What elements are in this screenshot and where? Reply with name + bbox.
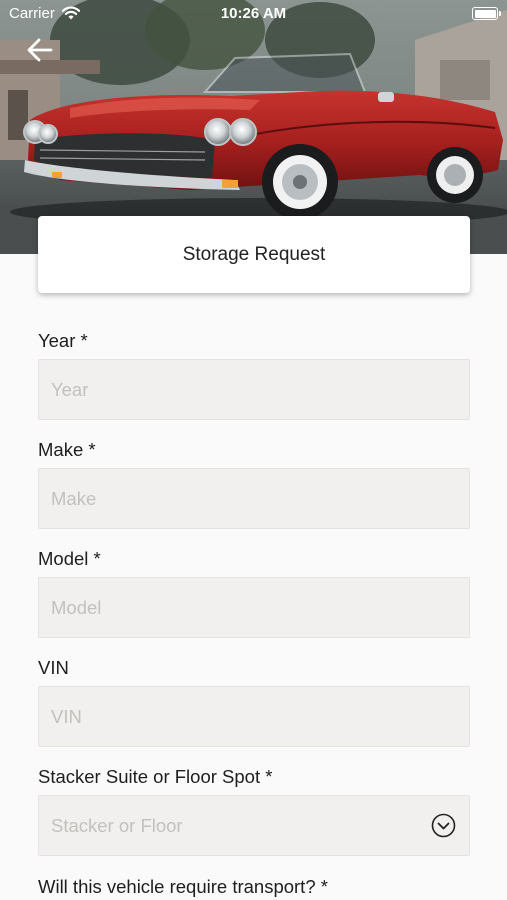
status-bar: Carrier 10:26 AM: [0, 0, 507, 28]
arrow-left-icon: [27, 38, 53, 62]
spot-select-placeholder: Stacker or Floor: [51, 814, 183, 836]
page-title-card: Storage Request: [38, 216, 470, 293]
year-label: Year *: [38, 330, 88, 351]
make-label: Make *: [38, 439, 96, 460]
vin-label: VIN: [38, 657, 69, 678]
battery-icon: [472, 7, 501, 20]
back-button[interactable]: [24, 34, 56, 66]
model-label: Model *: [38, 548, 101, 569]
spot-label: Stacker Suite or Floor Spot *: [38, 766, 273, 787]
vin-input[interactable]: [38, 686, 470, 747]
model-input[interactable]: [38, 577, 470, 638]
storage-request-screen: Carrier 10:26 AM Storage Request Year * …: [0, 0, 507, 900]
spot-select[interactable]: Stacker or Floor: [38, 795, 470, 856]
page-title: Storage Request: [182, 243, 326, 265]
year-input[interactable]: [38, 359, 470, 420]
make-input[interactable]: [38, 468, 470, 529]
transport-label: Will this vehicle require transport? *: [38, 876, 328, 897]
status-time: 10:26 AM: [220, 5, 287, 22]
chevron-down-circle-icon: [431, 813, 456, 838]
